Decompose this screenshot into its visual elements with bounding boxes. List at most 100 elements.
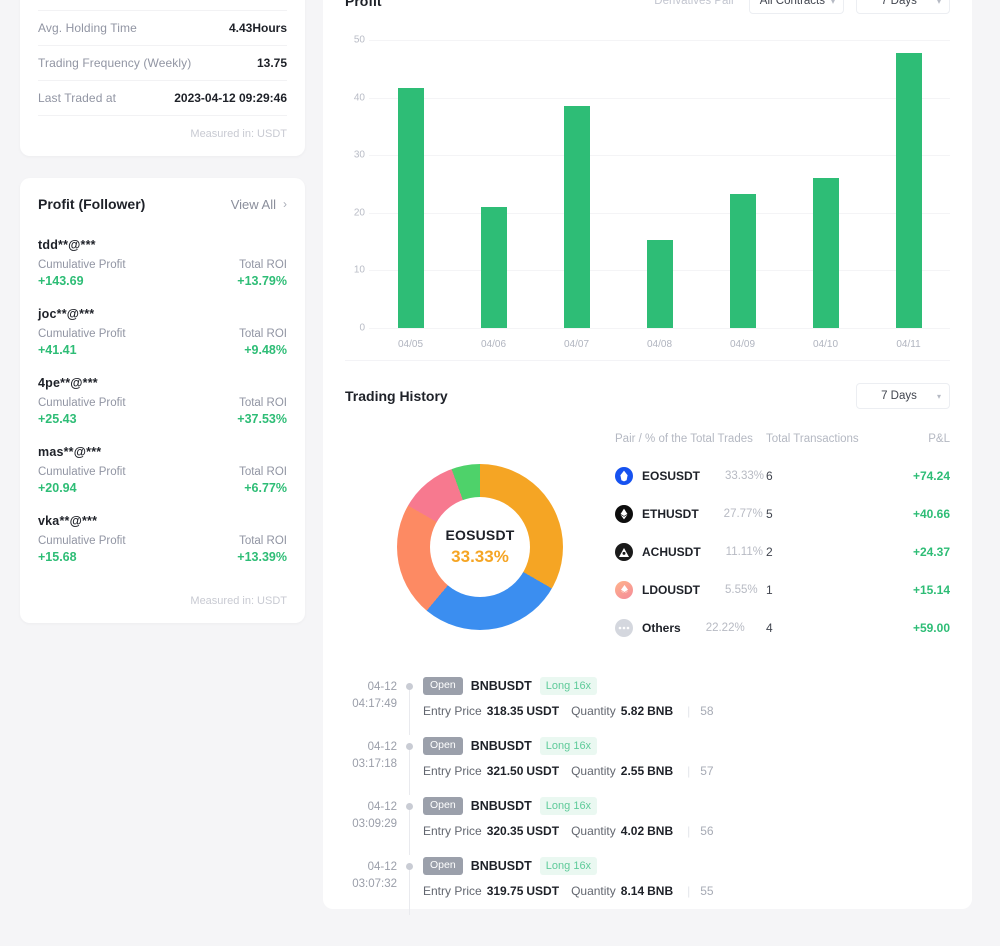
pl-cell: +24.37 (876, 545, 950, 559)
chevron-down-icon: ▾ (937, 392, 941, 401)
trade-header: Open BNBUSDT Long 16x (423, 857, 950, 875)
list-item: 4pe**@*** Cumulative Profit Total ROI +2… (38, 376, 287, 426)
quantity-value: 2.55 (621, 764, 644, 778)
donut-chart-container: EOSUSDT 33.33% (345, 433, 615, 647)
cumulative-profit-label: Cumulative Profit (38, 328, 126, 340)
chart-bars (369, 40, 950, 328)
measured-note: Measured in: USDT (38, 583, 287, 609)
timeline-axis (397, 789, 423, 849)
chart-bar[interactable] (564, 106, 590, 328)
trade-timestamp: 04-12 04:17:49 (339, 669, 397, 729)
trade-time: 04:17:49 (339, 696, 397, 713)
table-row: LDOUSDT 5.55% 1 +15.14 (615, 571, 950, 609)
entry-price-label: Entry Price (423, 764, 482, 778)
contract-select[interactable]: All Contracts ▾ (749, 0, 844, 14)
entry-price-label: Entry Price (423, 824, 482, 838)
table-row: Avg. Holding Time 4.43Hours (38, 11, 287, 46)
y-axis-tick: 40 (345, 92, 365, 103)
quantity-label: Quantity (571, 824, 616, 838)
table-row: 7DP&L Ratio 4028.7842 : 1 (38, 0, 287, 11)
pair-cell: ACHUSDT 11.11% (615, 543, 766, 561)
pair-distribution-donut: EOSUSDT 33.33% (397, 464, 563, 630)
status-badge: Open (423, 737, 463, 755)
chart-bar[interactable] (813, 178, 839, 328)
derivatives-pair-label: Derivatives Pair (654, 0, 735, 7)
trade-id: 58 (700, 704, 713, 718)
cumulative-profit-value: +20.94 (38, 481, 77, 495)
status-badge: Open (423, 677, 463, 695)
total-roi-value: +9.48% (244, 343, 287, 357)
column-pl: P&L (876, 433, 950, 445)
side-badge: Long 16x (540, 677, 597, 695)
list-item: 04-12 03:07:32 Open BNBUSDT Long 16x Ent… (339, 849, 950, 909)
total-roi-label: Total ROI (239, 259, 287, 271)
chart-bar[interactable] (398, 88, 424, 328)
stats-card: 7DP&L Ratio 4028.7842 : 1 Avg. Holding T… (20, 0, 305, 156)
total-roi-value: +13.39% (237, 550, 287, 564)
quantity-label: Quantity (571, 704, 616, 718)
bar-slot (452, 40, 535, 328)
profit-follower-header: Profit (Follower) View All › (38, 196, 287, 212)
follower-name: joc**@*** (38, 307, 287, 321)
pair-name: ACHUSDT (642, 545, 701, 559)
gridline (369, 328, 950, 329)
quantity-unit: BNB (647, 704, 673, 718)
entry-price-value: 320.35 (487, 824, 524, 838)
trade-header: Open BNBUSDT Long 16x (423, 737, 950, 755)
follower-name: tdd**@*** (38, 238, 287, 252)
chart-bar[interactable] (730, 194, 756, 328)
list-item: 04-12 03:09:29 Open BNBUSDT Long 16x Ent… (339, 789, 950, 849)
pair-percent: 33.33% (725, 470, 764, 482)
donut-center-percent: 33.33% (451, 547, 509, 567)
trade-date: 04-12 (339, 739, 397, 756)
history-period-select[interactable]: 7 Days ▾ (856, 383, 950, 409)
list-item: vka**@*** Cumulative Profit Total ROI +1… (38, 514, 287, 564)
follower-values: +15.68 +13.39% (38, 550, 287, 564)
entry-price-unit: USDT (526, 764, 559, 778)
page-title: Profit (Follower) (38, 196, 145, 212)
x-axis-tick: 04/05 (369, 339, 452, 350)
chart-bar[interactable] (896, 53, 922, 328)
stat-label: Last Traded at (38, 91, 116, 105)
pair-name: Others (642, 621, 681, 635)
trade-date: 04-12 (339, 679, 397, 696)
pl-cell: +40.66 (876, 507, 950, 521)
total-roi-value: +6.77% (244, 481, 287, 495)
bar-slot (535, 40, 618, 328)
cumulative-profit-label: Cumulative Profit (38, 535, 126, 547)
trade-time: 03:09:29 (339, 816, 397, 833)
cumulative-profit-value: +25.43 (38, 412, 77, 426)
stat-label: Trading Frequency (Weekly) (38, 56, 191, 70)
list-item: 04-12 04:17:49 Open BNBUSDT Long 16x Ent… (339, 669, 950, 729)
table-row: Last Traded at 2023-04-12 09:29:46 (38, 81, 287, 116)
timeline-line (409, 870, 410, 915)
timeline-axis (397, 729, 423, 789)
bar-slot (369, 40, 452, 328)
follower-values: +20.94 +6.77% (38, 481, 287, 495)
trade-date: 04-12 (339, 859, 397, 876)
pair-name: EOSUSDT (642, 469, 700, 483)
pair-percent: 11.11% (726, 546, 763, 558)
quantity-label: Quantity (571, 764, 616, 778)
follower-name: vka**@*** (38, 514, 287, 528)
status-badge: Open (423, 797, 463, 815)
pair-name: LDOUSDT (642, 583, 700, 597)
trade-metrics: Entry Price 320.35 USDT Quantity 4.02 BN… (423, 824, 950, 838)
profit-follower-card: Profit (Follower) View All › tdd**@*** C… (20, 178, 305, 623)
entry-price-unit: USDT (526, 884, 559, 898)
stat-value: 13.75 (257, 56, 287, 70)
trade-id: 57 (700, 764, 713, 778)
chart-bar[interactable] (647, 240, 673, 328)
left-column: 7DP&L Ratio 4028.7842 : 1 Avg. Holding T… (20, 0, 305, 623)
history-period-value: 7 Days (867, 390, 931, 402)
cumulative-profit-label: Cumulative Profit (38, 259, 126, 271)
entry-price-unit: USDT (526, 824, 559, 838)
transactions-cell: 4 (766, 621, 876, 635)
total-roi-label: Total ROI (239, 535, 287, 547)
chart-bar[interactable] (481, 207, 507, 328)
trade-metrics: Entry Price 318.35 USDT Quantity 5.82 BN… (423, 704, 950, 718)
trade-symbol: BNBUSDT (471, 739, 532, 753)
profit-period-select[interactable]: 7 Days ▾ (856, 0, 950, 14)
total-roi-value: +37.53% (237, 412, 287, 426)
view-all-button[interactable]: View All › (231, 197, 287, 212)
